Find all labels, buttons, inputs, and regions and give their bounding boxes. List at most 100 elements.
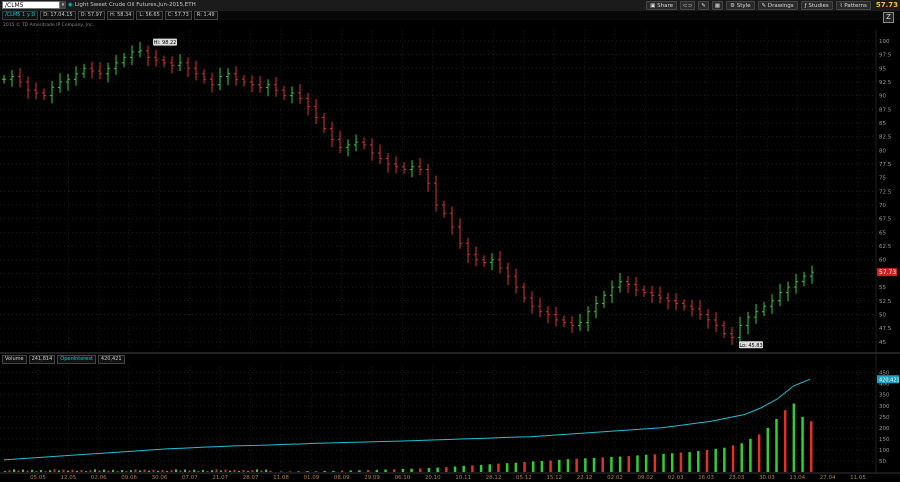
- y-tick-label: 50: [879, 312, 886, 318]
- y-tick-label: 52.5: [879, 299, 892, 305]
- y-tick-label: 100: [879, 39, 890, 45]
- volume-bar: [98, 470, 101, 472]
- x-tick-label: 02.06: [91, 475, 107, 481]
- volume-bar: [523, 462, 526, 472]
- x-tick-label: 22.12: [577, 475, 593, 481]
- volume-bar: [610, 456, 613, 472]
- x-tick-label: 06.10: [395, 475, 411, 481]
- volume-bar: [410, 468, 413, 472]
- x-tick-label: 30.06: [152, 475, 168, 481]
- oi-marker: 420,421: [879, 377, 900, 383]
- volume-bar: [384, 469, 387, 472]
- volume-bar: [419, 468, 422, 472]
- volume-bar: [488, 464, 492, 472]
- y-tick-label: 80: [879, 148, 886, 154]
- volume-bar: [792, 403, 796, 472]
- openinterest-line: [3, 378, 811, 461]
- y-tick-label: 97.5: [879, 53, 892, 59]
- volume-bar: [627, 456, 631, 472]
- volume-bar: [775, 419, 778, 472]
- y-tick-label: 75: [879, 176, 886, 182]
- volume-bar: [8, 470, 11, 472]
- volume-bar: [31, 469, 33, 472]
- y-tick-label: 150: [879, 437, 890, 443]
- volume-bar: [445, 467, 448, 472]
- volume-bar: [130, 470, 132, 472]
- volume-bar: [306, 471, 309, 472]
- openinterest-label[interactable]: OpenInterest: [57, 355, 96, 364]
- x-tick-label: 05.12: [516, 475, 532, 481]
- volume-bar: [297, 471, 300, 472]
- volume-bar: [644, 454, 648, 472]
- y-tick-label: 45: [879, 340, 886, 346]
- volume-bar: [358, 470, 361, 472]
- x-tick-label: 08.09: [334, 475, 350, 481]
- volume-bar: [497, 463, 500, 472]
- volume-bar: [810, 421, 813, 472]
- volume-bar: [17, 470, 20, 472]
- x-tick-label: 16.03: [698, 475, 714, 481]
- volume-bar: [505, 463, 509, 472]
- volume-bar: [40, 470, 42, 472]
- y-tick-label: 87.5: [879, 107, 892, 113]
- volume-bar: [323, 470, 326, 472]
- volume-bar: [242, 470, 245, 472]
- volume-bar: [139, 470, 141, 472]
- volume-bar: [549, 460, 552, 472]
- volume-bar: [233, 469, 236, 472]
- volume-bar: [757, 434, 761, 472]
- volume-bar: [801, 416, 804, 472]
- x-tick-label: 23.03: [729, 475, 745, 481]
- volume-label[interactable]: Volume: [2, 355, 27, 364]
- volume-bar: [247, 471, 249, 472]
- x-tick-label: 11.05: [850, 475, 866, 481]
- volume-bar: [453, 466, 457, 472]
- volume-bar: [558, 459, 561, 472]
- volume-bar: [175, 469, 177, 472]
- openinterest-value: 420,421: [97, 355, 125, 364]
- volume-bar: [349, 470, 353, 472]
- volume-bar: [256, 469, 258, 472]
- volume-bar: [766, 427, 770, 472]
- volume-bar: [22, 469, 24, 472]
- volume-bar: [436, 467, 439, 472]
- x-tick-label: 07.07: [182, 475, 198, 481]
- volume-bar: [340, 470, 344, 472]
- x-tick-label: 01.09: [303, 475, 319, 481]
- volume-bar: [265, 469, 267, 472]
- y-tick-label: 92.5: [879, 80, 892, 86]
- volume-bar: [58, 470, 60, 472]
- x-tick-label: 28.12: [486, 475, 502, 481]
- volume-bar: [166, 471, 168, 472]
- volume-bar: [152, 469, 155, 472]
- volume-bar: [80, 470, 83, 472]
- volume-bar: [705, 449, 709, 472]
- high-annotation: Hi: 98.22: [154, 40, 177, 46]
- volume-bar: [206, 471, 209, 472]
- volume-bar: [783, 410, 787, 472]
- volume-bar: [197, 470, 200, 472]
- x-tick-label: 15.12: [546, 475, 562, 481]
- x-tick-label: 11.08: [273, 475, 289, 481]
- y-tick-label: 82.5: [879, 135, 892, 141]
- volume-bar: [220, 470, 222, 472]
- volume-bar: [188, 470, 191, 472]
- volume-bar: [4, 471, 6, 472]
- volume-bar: [215, 469, 218, 472]
- volume-bar: [89, 470, 92, 472]
- volume-bar: [170, 470, 173, 472]
- x-tick-label: 10.11: [455, 475, 471, 481]
- volume-bar: [71, 469, 74, 472]
- y-tick-label: 100: [879, 448, 890, 454]
- volume-bar: [332, 470, 335, 472]
- x-tick-label: 27.04: [820, 475, 836, 481]
- chart-canvas[interactable]: 05.05 12.05 02.06 09.06 30.06 07.07 21.07 28.07…: [0, 0, 900, 482]
- volume-bar: [392, 469, 396, 472]
- y-tick-label: 95: [879, 66, 886, 72]
- price-marker: 57.73: [879, 269, 896, 276]
- volume-bar: [375, 469, 379, 472]
- volume-bar: [44, 471, 47, 472]
- y-tick-label: 62.5: [879, 244, 892, 250]
- volume-bar: [85, 471, 87, 472]
- volume-bar: [184, 469, 186, 472]
